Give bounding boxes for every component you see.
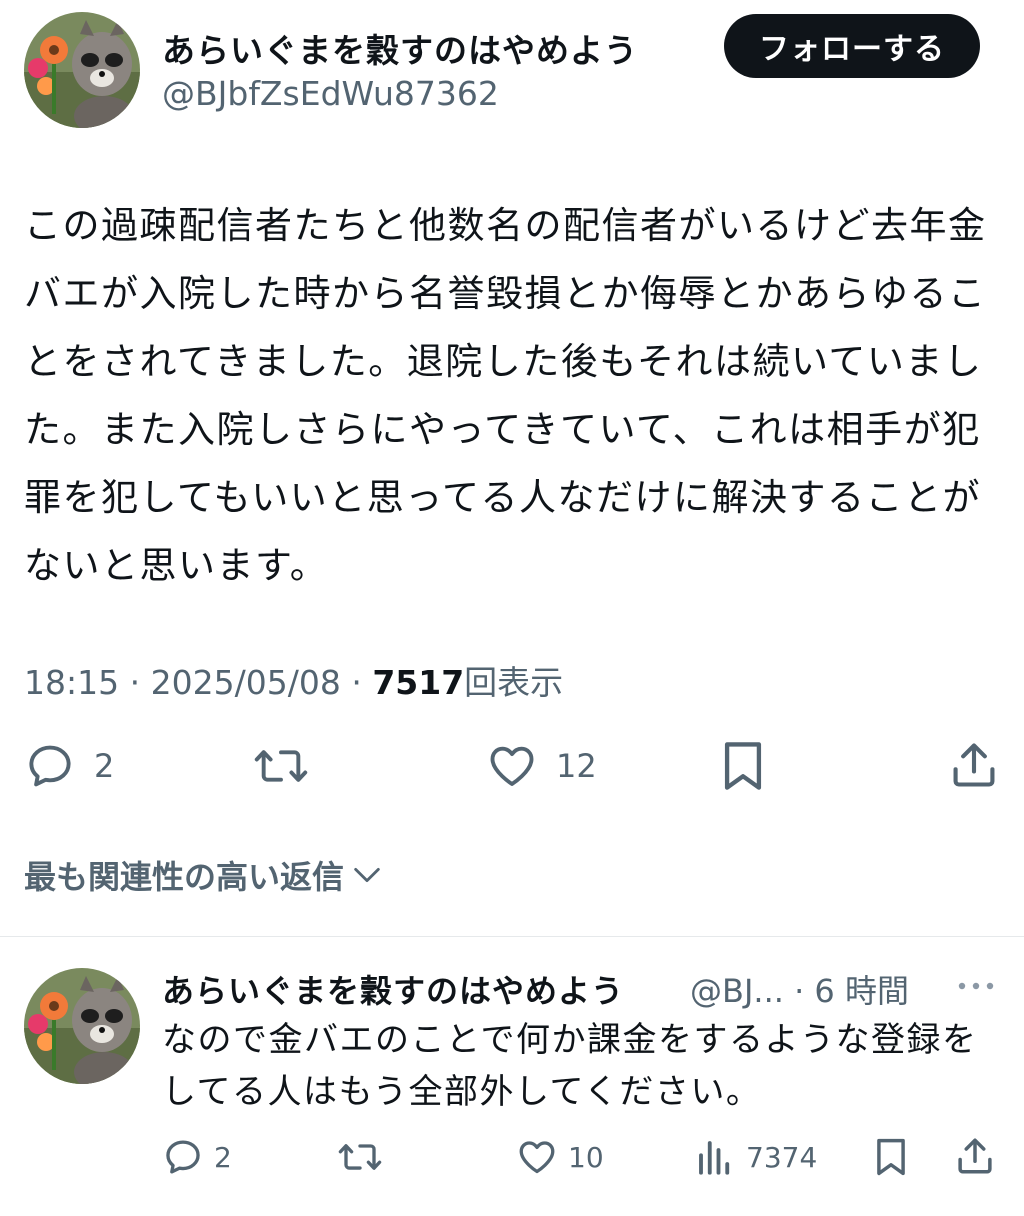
reply-share-button[interactable] [954, 1134, 996, 1178]
share-icon [953, 743, 995, 787]
like-icon [519, 1141, 555, 1174]
reply-button[interactable]: 2 [24, 740, 114, 792]
views-label: 回表示 [464, 663, 564, 702]
reply-avatar[interactable] [24, 968, 140, 1084]
reply-handle[interactable]: @BJ... [690, 972, 784, 1010]
reply-icon [166, 1140, 200, 1174]
meta-separator: · [351, 663, 362, 702]
like-count: 12 [556, 747, 597, 785]
raccoon-avatar-image [24, 968, 140, 1084]
divider [0, 936, 1024, 937]
meta-separator: · [794, 972, 805, 1010]
raccoon-avatar-image [24, 12, 140, 128]
follow-button[interactable]: フォローする [724, 14, 980, 78]
share-button[interactable] [948, 738, 1000, 792]
replies-sort-label: 最も関連性の高い返信 [24, 858, 345, 896]
replies-sort-dropdown[interactable]: 最も関連性の高い返信 [24, 852, 384, 898]
retweet-icon [338, 1144, 382, 1170]
chevron-down-icon [354, 867, 380, 883]
reply-like-count: 10 [568, 1140, 604, 1174]
bookmark-button[interactable] [718, 738, 768, 794]
retweet-button[interactable] [252, 740, 310, 792]
avatar[interactable] [24, 12, 140, 128]
tweet-text: この過疎配信者たちと他数名の配信者がいるけど去年金バエが入院した時から名誉毀損と… [24, 204, 987, 587]
analytics-icon [699, 1141, 730, 1175]
reply-count: 2 [94, 747, 115, 785]
tweet-date[interactable]: 2025/05/08 [151, 663, 341, 702]
tweet-time[interactable]: 18:15 [24, 663, 119, 702]
reply-icon [29, 745, 71, 787]
reply-display-name[interactable]: あらいぐまを穀すのはやめよう [162, 966, 624, 1012]
reply-views-count: 7374 [746, 1140, 818, 1174]
reply-like-button[interactable]: 10 [516, 1136, 604, 1178]
reply-time[interactable]: 6 時間 [814, 972, 909, 1010]
reply-text: なので金バエのことで何か課金をするような登録をしてる人はもう全部外してください。 [162, 1020, 978, 1112]
tweet-metadata: 18:15 · 2025/05/08 · 7517回表示 [24, 656, 563, 704]
reply-retweet-button[interactable] [336, 1136, 384, 1178]
reply-reply-button[interactable]: 2 [162, 1136, 232, 1178]
reply-views-button[interactable]: 7374 [694, 1136, 817, 1178]
display-name[interactable]: あらいぐまを穀すのはやめよう [162, 24, 638, 72]
bookmark-icon [877, 1138, 905, 1176]
retweet-icon [254, 750, 308, 782]
view-count: 7517 [372, 663, 465, 702]
more-horizontal-icon [958, 982, 994, 990]
reply-bookmark-button[interactable] [872, 1134, 910, 1180]
like-button[interactable]: 12 [486, 740, 597, 792]
bookmark-icon [724, 742, 762, 790]
reply-reply-count: 2 [214, 1140, 232, 1174]
like-icon [490, 746, 534, 786]
user-handle[interactable]: @BJbfZsEdWu87362 [162, 74, 499, 113]
share-icon [958, 1138, 992, 1174]
more-options-button[interactable] [956, 978, 996, 994]
reply-metadata: @BJ... · 6 時間 [690, 966, 909, 1012]
meta-separator: · [129, 663, 141, 702]
